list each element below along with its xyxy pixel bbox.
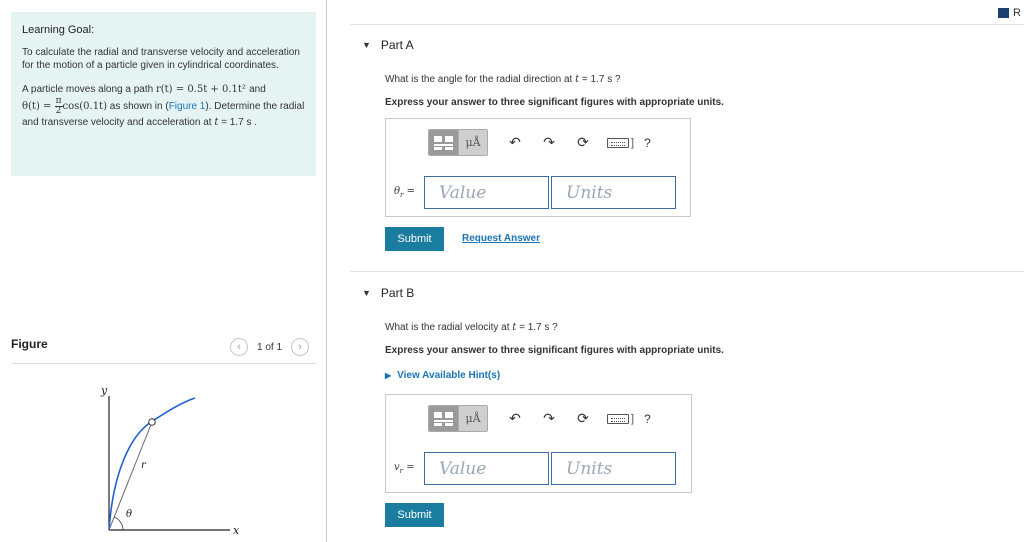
review-icon [998, 8, 1009, 18]
part-b-answer-row: vr = Value Units [394, 452, 676, 485]
part-a-question-post: = 1.7 s ? [579, 74, 621, 85]
part-a-answer-box: μÅ ↶ ↷ ⟳ ] ? θr = Value Units [385, 118, 691, 217]
and-text: and [249, 84, 266, 95]
x-axis-label: x [233, 524, 240, 537]
reset-icon[interactable]: ⟳ [573, 409, 593, 429]
template-group: μÅ [428, 129, 488, 156]
keyboard-bracket: ] [631, 412, 635, 425]
equals-sign: = [403, 462, 415, 473]
redo-icon[interactable]: ↷ [539, 409, 559, 429]
pi-over-two-fraction: π2 [54, 97, 63, 116]
part-a-submit-button[interactable]: Submit [385, 227, 444, 251]
r-expression: r(t) = 0.5t + 0.1t² [155, 84, 250, 95]
template-group: μÅ [428, 405, 488, 432]
units-icon[interactable]: μÅ [458, 406, 487, 431]
path-figure: y x r θ [100, 384, 240, 537]
templates-icon[interactable] [429, 406, 458, 431]
review-badge[interactable]: R [998, 7, 1021, 19]
keyboard-icon[interactable] [607, 137, 629, 148]
part-b-instructions: Express your answer to three significant… [385, 345, 724, 356]
templates-icon[interactable] [429, 130, 458, 155]
collapse-caret-icon: ▼ [362, 288, 371, 298]
figure-label: Figure [11, 337, 48, 351]
shown-in-text: as shown in ( [106, 101, 169, 113]
part-b-toolbar: μÅ ↶ ↷ ⟳ ] ? [428, 405, 651, 432]
hint-label: View Available Hint(s) [397, 370, 501, 381]
part-divider [350, 271, 1024, 272]
view-hints-link[interactable]: ▶ View Available Hint(s) [385, 370, 500, 381]
fraction-denominator: 2 [55, 106, 62, 116]
chevron-right-icon[interactable]: › [291, 338, 310, 356]
part-b-answer-box: μÅ ↶ ↷ ⟳ ] ? vr = Value Units [385, 394, 692, 493]
part-b-header[interactable]: ▼ Part B [362, 286, 414, 300]
keyboard-icon[interactable] [607, 413, 629, 424]
review-badge-text: R [1013, 7, 1021, 19]
part-a-toolbar: μÅ ↶ ↷ ⟳ ] ? [428, 129, 651, 156]
learning-goal-text: To calculate the radial and transverse v… [22, 47, 300, 71]
part-b-submit-button[interactable]: Submit [385, 503, 444, 527]
equals-sign: = [403, 186, 415, 197]
figure-header: Figure ‹ 1 of 1 › [11, 334, 316, 356]
part-a-value-input[interactable]: Value [424, 176, 549, 209]
problem-statement: A particle moves along a path r(t) = 0.5… [22, 83, 306, 130]
learning-goal-box: Learning Goal: To calculate the radial a… [11, 12, 316, 176]
request-answer-link[interactable]: Request Answer [462, 233, 540, 244]
figure-link[interactable]: Figure 1 [169, 101, 206, 112]
t-value: = 1.7 s . [218, 117, 258, 128]
redo-icon[interactable]: ↷ [539, 133, 559, 153]
particle-point [148, 418, 156, 426]
collapse-caret-icon: ▼ [362, 40, 371, 50]
part-a-answer-row: θr = Value Units [394, 176, 676, 209]
part-b-question-post: = 1.7 s ? [516, 322, 558, 333]
figure-pager: ‹ 1 of 1 › [230, 338, 310, 356]
part-a-header[interactable]: ▼ Part A [362, 38, 414, 52]
part-b-question-pre: What is the radial velocity at [385, 322, 513, 333]
units-icon[interactable]: μÅ [458, 130, 487, 155]
part-b-units-input[interactable]: Units [551, 452, 676, 485]
part-a-answer-label: θr = [394, 186, 424, 199]
r-label: r [141, 460, 147, 471]
help-icon[interactable]: ? [644, 136, 651, 150]
part-b-answer-label: vr = [394, 462, 424, 475]
undo-icon[interactable]: ↶ [505, 133, 525, 153]
part-a-question-pre: What is the angle for the radial directi… [385, 74, 576, 85]
figure-divider [11, 363, 316, 364]
part-b-question: What is the radial velocity at t = 1.7 s… [385, 322, 558, 333]
part-a-units-input[interactable]: Units [551, 176, 676, 209]
theta-rhs: cos(0.1t) [62, 101, 107, 113]
left-panel: Learning Goal: To calculate the radial a… [0, 0, 327, 542]
reset-icon[interactable]: ⟳ [573, 133, 593, 153]
chevron-left-icon[interactable]: ‹ [230, 338, 248, 356]
theta-arc [113, 516, 124, 531]
particle-path-curve [108, 397, 196, 531]
y-axis-label: y [100, 384, 108, 397]
help-icon[interactable]: ? [644, 412, 651, 426]
theta-lhs: θ(t) = [22, 101, 55, 113]
problem-pre: A particle moves along a path [22, 84, 156, 95]
undo-icon[interactable]: ↶ [505, 409, 525, 429]
part-a-question: What is the angle for the radial directi… [385, 74, 621, 85]
theta-label: θ [126, 509, 132, 520]
part-a-instructions: Express your answer to three significant… [385, 97, 724, 108]
part-b-value-input[interactable]: Value [424, 452, 549, 485]
pager-count: 1 of 1 [257, 341, 283, 353]
expand-caret-icon: ▶ [385, 371, 392, 380]
keyboard-bracket: ] [631, 136, 635, 149]
top-divider [350, 24, 1024, 25]
part-b-title: Part B [380, 286, 415, 300]
learning-goal-title: Learning Goal: [22, 24, 95, 36]
part-a-title: Part A [380, 38, 414, 52]
